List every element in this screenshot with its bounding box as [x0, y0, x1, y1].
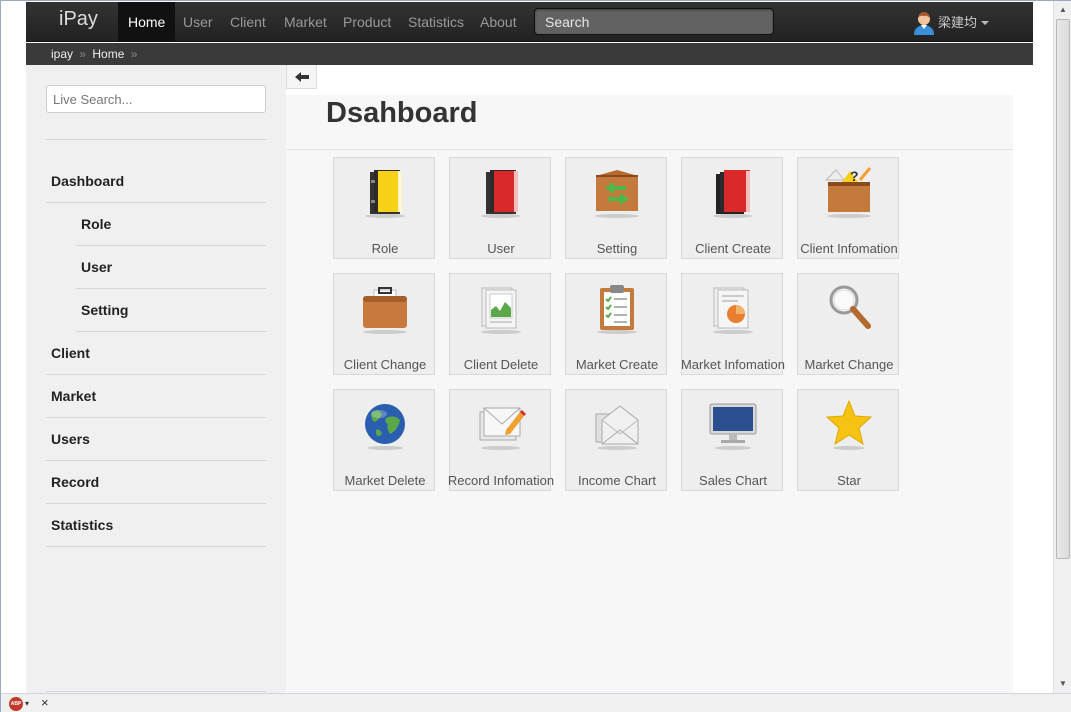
- browser-status-bar: ABP ▾ ×: [1, 693, 1071, 712]
- top-navbar: iPay Home User Client Market Product Sta…: [26, 2, 1033, 42]
- nav-client[interactable]: Client: [220, 2, 276, 42]
- dashboard-grid: Role User Setting Client Create ? Client…: [286, 150, 1013, 693]
- tile-label: Role: [371, 241, 399, 256]
- tile-market-change[interactable]: Market Change: [797, 273, 899, 375]
- sidebar-item-dashboard[interactable]: Dashboard: [46, 160, 266, 203]
- nav-about[interactable]: About: [470, 2, 527, 42]
- monitor-icon: [709, 403, 757, 450]
- close-icon[interactable]: ×: [41, 694, 49, 712]
- adblock-icon[interactable]: ABP: [9, 697, 23, 711]
- clipboard-icon: [597, 285, 637, 334]
- sidebar-collapse-button[interactable]: [286, 65, 317, 89]
- star-icon: [825, 399, 873, 450]
- tile-label: Sales Chart: [699, 473, 767, 488]
- breadcrumb-ipay[interactable]: ipay: [51, 47, 73, 61]
- sidebar-item-client[interactable]: Client: [46, 332, 266, 375]
- tile-label: Market Change: [804, 357, 894, 372]
- tile-client-change[interactable]: Client Change: [333, 273, 435, 375]
- tile-setting[interactable]: Setting: [565, 157, 667, 259]
- box-arrows-icon: [595, 170, 639, 218]
- tile-client-infomation[interactable]: ? Client Infomation: [797, 157, 899, 259]
- breadcrumb: ipay » Home »: [26, 43, 1033, 65]
- tile-label: Client Delete: [463, 357, 539, 372]
- tile-label: Market Create: [575, 357, 659, 372]
- chevron-down-icon[interactable]: ▾: [25, 695, 29, 712]
- scroll-up-arrow-icon[interactable]: ▲: [1059, 5, 1067, 14]
- pie-document-icon: [713, 287, 753, 334]
- page-title: Dsahboard: [326, 97, 478, 129]
- crate-question-icon: ?: [824, 167, 872, 218]
- chevron-down-icon: [981, 21, 990, 25]
- nav-market[interactable]: Market: [274, 2, 337, 42]
- nav-user[interactable]: User: [173, 2, 223, 42]
- brand-logo[interactable]: iPay: [59, 8, 98, 31]
- red-book-icon: [481, 170, 521, 218]
- tile-label: Star: [837, 473, 861, 488]
- sidebar-item-record[interactable]: Record: [46, 461, 266, 504]
- vertical-scrollbar[interactable]: ▲ ▼: [1053, 1, 1071, 693]
- tile-label: Record Infomation: [447, 473, 555, 488]
- envelope-icon: [595, 405, 639, 450]
- sidebar-divider: [46, 691, 266, 692]
- user-name: 梁建均: [938, 15, 978, 30]
- magnifier-icon: [829, 285, 871, 329]
- nav-product[interactable]: Product: [333, 2, 401, 42]
- tile-client-create[interactable]: Client Create: [681, 157, 783, 259]
- nav-statistics[interactable]: Statistics: [398, 2, 474, 42]
- breadcrumb-home[interactable]: Home: [92, 47, 124, 61]
- sidebar-item-statistics[interactable]: Statistics: [46, 504, 266, 547]
- breadcrumb-separator: »: [130, 47, 138, 61]
- tile-user[interactable]: User: [449, 157, 551, 259]
- sidebar-item-users[interactable]: Users: [46, 418, 266, 461]
- tile-label: Market Infomation: [680, 357, 786, 372]
- page-header: Dsahboard: [286, 95, 1013, 150]
- breadcrumb-separator: »: [79, 47, 87, 61]
- tile-client-delete[interactable]: Client Delete: [449, 273, 551, 375]
- tile-star[interactable]: Star: [797, 389, 899, 491]
- globe-icon: [365, 404, 405, 450]
- tile-label: Setting: [596, 241, 638, 256]
- sidebar-item-user[interactable]: User: [76, 246, 266, 289]
- chart-document-icon: [481, 287, 521, 334]
- tile-label: Income Chart: [577, 473, 657, 488]
- browser-window: iPay Home User Client Market Product Sta…: [0, 0, 1071, 712]
- tile-market-create[interactable]: Market Create: [565, 273, 667, 375]
- tile-label: Client Infomation: [800, 241, 898, 256]
- sidebar-divider: [46, 139, 266, 140]
- svg-text:?: ?: [850, 168, 859, 184]
- nav-home[interactable]: Home: [118, 2, 176, 42]
- tile-income-chart[interactable]: Income Chart: [565, 389, 667, 491]
- mail-pencil-icon: [479, 407, 526, 450]
- live-search-input[interactable]: [46, 85, 266, 113]
- tile-label: Client Create: [695, 241, 771, 256]
- tile-sales-chart[interactable]: Sales Chart: [681, 389, 783, 491]
- briefcase-icon: [363, 287, 407, 334]
- sidebar-item-setting[interactable]: Setting: [76, 289, 266, 332]
- sidebar: Dashboard Role User Setting Client Marke…: [26, 65, 286, 693]
- scroll-down-arrow-icon[interactable]: ▼: [1059, 679, 1067, 688]
- red-books-icon: [713, 170, 753, 218]
- sidebar-item-market[interactable]: Market: [46, 375, 266, 418]
- arrow-left-icon: [294, 71, 309, 82]
- navbar-search-input[interactable]: [534, 8, 774, 35]
- user-avatar-icon: [913, 11, 935, 35]
- user-menu[interactable]: 梁建均: [913, 10, 990, 36]
- tile-record-infomation[interactable]: Record Infomation: [448, 389, 554, 491]
- yellow-book-icon: [365, 170, 405, 218]
- tile-market-delete[interactable]: Market Delete: [333, 389, 435, 491]
- scrollbar-thumb[interactable]: [1056, 19, 1070, 559]
- tile-market-infomation[interactable]: Market Infomation: [681, 273, 785, 375]
- tile-role[interactable]: Role: [333, 157, 435, 259]
- sidebar-item-role[interactable]: Role: [76, 203, 266, 246]
- tile-label: Market Delete: [344, 473, 426, 488]
- tile-label: User: [487, 241, 515, 256]
- tile-label: Client Change: [343, 357, 427, 372]
